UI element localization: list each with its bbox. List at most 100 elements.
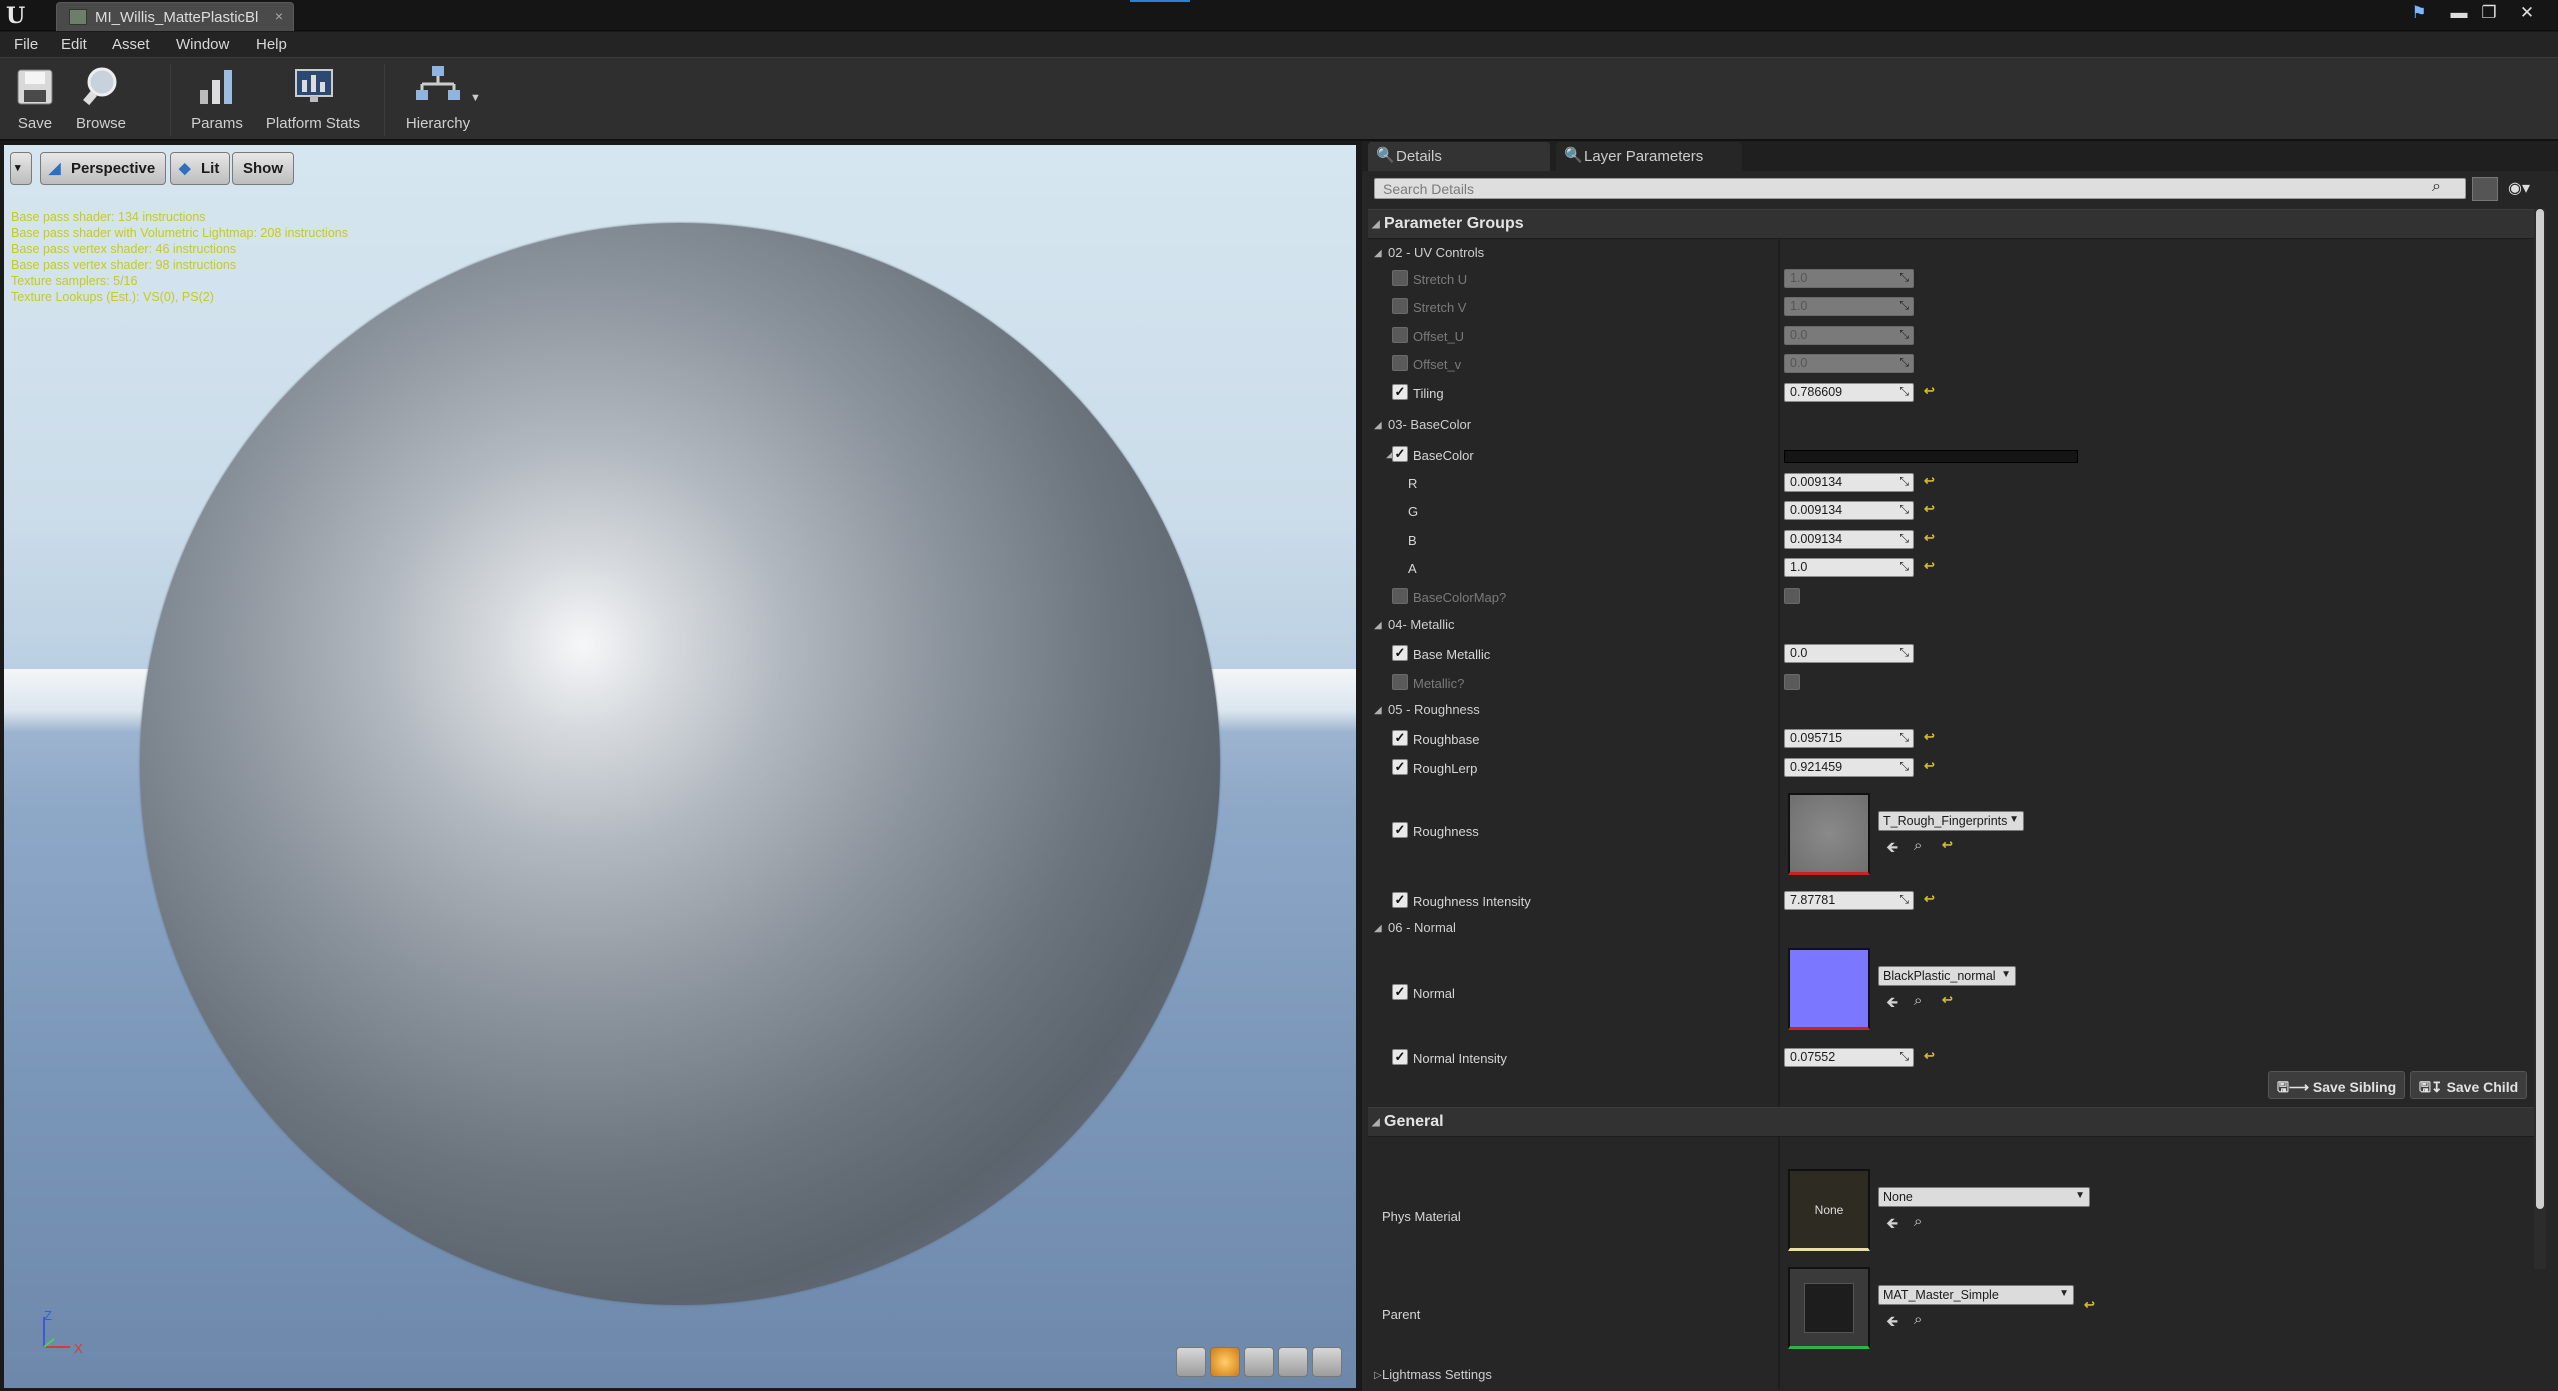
preview-cylinder-icon[interactable]	[1176, 1347, 1206, 1377]
offset-v-checkbox[interactable]	[1392, 355, 1408, 371]
use-selected-arrow-icon[interactable]: 🡸	[1886, 1311, 1898, 1336]
lit-button[interactable]: ◆ Lit	[170, 152, 231, 185]
menu-file[interactable]: File	[14, 36, 38, 53]
parent-dropdown[interactable]: MAT_Master_Simple ▼	[1878, 1285, 2074, 1305]
preview-mesh-icon[interactable]	[1312, 1347, 1342, 1377]
close-window-button[interactable]: ✕	[2516, 2, 2538, 24]
eye-visibility-icon[interactable]: ◉▾	[2508, 178, 2530, 198]
group-uv-controls[interactable]: 02 - UV Controls	[1388, 245, 1484, 260]
roughness-texture-thumbnail[interactable]	[1788, 793, 1870, 875]
browse-asset-icon[interactable]: ⌕	[1914, 1213, 1922, 1230]
basecolor-r-field[interactable]: 0.009134 ⤡	[1784, 473, 1914, 492]
basecolormap-value-checkbox[interactable]	[1784, 588, 1800, 604]
normal-intensity-checkbox[interactable]: ✓	[1392, 1049, 1408, 1065]
browse-asset-icon[interactable]: ⌕	[1914, 837, 1922, 854]
collapse-triangle-icon[interactable]: ◢	[1374, 923, 1382, 934]
preview-plane-icon[interactable]	[1244, 1347, 1274, 1377]
tab-layer-parameters[interactable]: 🔍 Layer Parameters	[1556, 142, 1742, 171]
roughness-texture-dropdown[interactable]: T_Rough_Fingerprints ▼	[1878, 811, 2024, 831]
viewport-options-button[interactable]: ▾	[10, 152, 32, 185]
normal-texture-thumbnail[interactable]	[1788, 948, 1870, 1030]
expand-triangle-icon[interactable]: ▷	[1374, 1370, 1382, 1381]
phys-material-thumbnail[interactable]: None	[1788, 1169, 1870, 1251]
reset-to-default-icon[interactable]: ↩	[1924, 1048, 1935, 1064]
section-parameter-groups[interactable]: ◢ Parameter Groups	[1368, 209, 2544, 239]
group-normal[interactable]: 06 - Normal	[1388, 920, 1456, 935]
details-scrollbar[interactable]	[2534, 209, 2546, 1269]
reset-to-default-icon[interactable]: ↩	[1924, 758, 1935, 774]
reset-to-default-icon[interactable]: ↩	[1924, 558, 1935, 574]
metallic-value-checkbox[interactable]	[1784, 674, 1800, 690]
reset-to-default-icon[interactable]: ↩	[1924, 891, 1935, 907]
roughness-intensity-checkbox[interactable]: ✓	[1392, 892, 1408, 908]
browse-button[interactable]: Browse	[68, 62, 134, 138]
menu-edit[interactable]: Edit	[61, 36, 87, 53]
hierarchy-dropdown-icon[interactable]: ▼	[470, 92, 481, 104]
reset-to-default-icon[interactable]: ↩	[1942, 992, 1953, 1008]
save-child-button[interactable]: 🖫↧ Save Child	[2410, 1071, 2528, 1099]
menu-asset[interactable]: Asset	[112, 36, 150, 53]
offset-u-field[interactable]: 0.0 ⤡	[1784, 326, 1914, 345]
stretch-u-checkbox[interactable]	[1392, 270, 1408, 286]
basecolormap-checkbox[interactable]	[1392, 588, 1408, 604]
reset-to-default-icon[interactable]: ↩	[1924, 501, 1935, 517]
collapse-triangle-icon[interactable]: ◢	[1374, 705, 1382, 716]
save-sibling-button[interactable]: 🖫⟶ Save Sibling	[2268, 1071, 2406, 1099]
browse-asset-icon[interactable]: ⌕	[1914, 992, 1922, 1009]
collapse-triangle-icon[interactable]: ◢	[1374, 248, 1382, 259]
offset-v-field[interactable]: 0.0 ⤡	[1784, 354, 1914, 373]
base-metallic-checkbox[interactable]: ✓	[1392, 645, 1408, 661]
tab-details[interactable]: 🔍 Details	[1368, 142, 1550, 171]
use-selected-arrow-icon[interactable]: 🡸	[1886, 992, 1898, 1017]
collapse-triangle-icon[interactable]: ◢	[1374, 620, 1382, 631]
scrollbar-thumb[interactable]	[2536, 209, 2544, 1209]
reset-to-default-icon[interactable]: ↩	[1942, 837, 1953, 853]
metallic-switch-checkbox[interactable]	[1392, 674, 1408, 690]
menu-help[interactable]: Help	[256, 36, 287, 53]
roughlerp-field[interactable]: 0.921459 ⤡	[1784, 758, 1914, 777]
group-metallic[interactable]: 04- Metallic	[1388, 617, 1454, 632]
basecolor-g-field[interactable]: 0.009134 ⤡	[1784, 501, 1914, 520]
preview-sphere-icon[interactable]	[1210, 1347, 1240, 1377]
tiling-field[interactable]: 0.786609 ⤡	[1784, 383, 1914, 402]
notification-icon[interactable]: ⚑	[2408, 2, 2430, 24]
view-options-icon[interactable]	[2472, 177, 2498, 201]
reset-to-default-icon[interactable]: ↩	[1924, 729, 1935, 745]
normal-intensity-field[interactable]: 0.07552 ⤡	[1784, 1048, 1914, 1067]
offset-u-checkbox[interactable]	[1392, 327, 1408, 343]
group-roughness[interactable]: 05 - Roughness	[1388, 702, 1480, 717]
maximize-button[interactable]: ❐	[2478, 2, 2500, 24]
basecolor-a-field[interactable]: 1.0 ⤡	[1784, 558, 1914, 577]
collapse-triangle-icon[interactable]: ◢	[1374, 420, 1382, 431]
platform-stats-button[interactable]: Platform Stats	[258, 62, 368, 138]
use-selected-arrow-icon[interactable]: 🡸	[1886, 1213, 1898, 1238]
browse-asset-icon[interactable]: ⌕	[1914, 1311, 1922, 1328]
lightmass-settings-group[interactable]: Lightmass Settings	[1382, 1367, 1492, 1382]
perspective-button[interactable]: ◢ Perspective	[40, 152, 167, 185]
menu-window[interactable]: Window	[176, 36, 229, 53]
phys-material-dropdown[interactable]: None ▼	[1878, 1187, 2090, 1207]
minimize-button[interactable]: ▬	[2448, 2, 2470, 24]
roughness-texture-checkbox[interactable]: ✓	[1392, 822, 1408, 838]
basecolor-b-field[interactable]: 0.009134 ⤡	[1784, 530, 1914, 549]
tiling-checkbox[interactable]: ✓	[1392, 384, 1408, 400]
reset-to-default-icon[interactable]: ↩	[1924, 530, 1935, 546]
reset-to-default-icon[interactable]: ↩	[1924, 473, 1935, 489]
section-general[interactable]: ◢ General	[1368, 1107, 2544, 1137]
reset-to-default-icon[interactable]: ↩	[2084, 1297, 2095, 1313]
normal-texture-dropdown[interactable]: BlackPlastic_normal ▼	[1878, 966, 2016, 986]
reset-to-default-icon[interactable]: ↩	[1924, 383, 1935, 399]
roughbase-checkbox[interactable]: ✓	[1392, 730, 1408, 746]
close-tab-icon[interactable]: ×	[275, 8, 283, 24]
stretch-v-field[interactable]: 1.0 ⤡	[1784, 297, 1914, 316]
group-basecolor[interactable]: 03- BaseColor	[1388, 417, 1471, 432]
asset-tab[interactable]: MI_Willis_MattePlasticBl ×	[56, 2, 294, 31]
base-metallic-field[interactable]: 0.0 ⤡	[1784, 644, 1914, 663]
material-preview-viewport[interactable]: ▾ ◢ Perspective ◆ Lit Show Base pass sha…	[4, 145, 1356, 1388]
roughbase-field[interactable]: 0.095715 ⤡	[1784, 729, 1914, 748]
search-details-input[interactable]: Search Details	[1374, 178, 2466, 199]
params-button[interactable]: Params	[184, 62, 250, 138]
roughness-intensity-field[interactable]: 7.87781 ⤡	[1784, 891, 1914, 910]
preview-cube-icon[interactable]	[1278, 1347, 1308, 1377]
normal-texture-checkbox[interactable]: ✓	[1392, 984, 1408, 1000]
